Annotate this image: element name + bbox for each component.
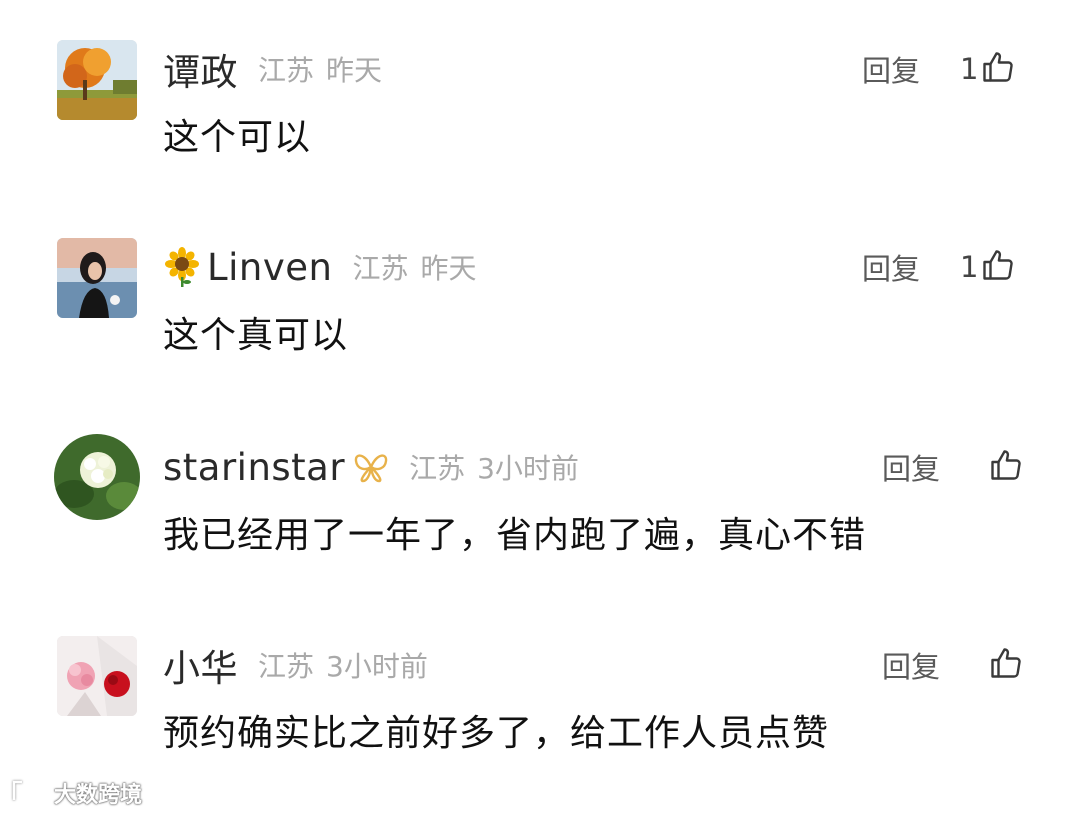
comment-text: 预约确实比之前好多了，给工作人员点赞 <box>163 713 830 754</box>
watermark-logo-icon <box>10 776 50 810</box>
location: 江苏 <box>352 252 409 285</box>
thumbs-up-icon <box>988 645 1024 685</box>
username[interactable]: 谭政 <box>163 42 238 96</box>
thumbs-up-icon <box>980 49 1016 89</box>
flower-bouquet-avatar-image <box>57 636 137 716</box>
comment-item: 小华 江苏 3小时前 回复 预约确实比之前好多了，给工作人员点赞 <box>0 596 1080 756</box>
comment-meta: 江苏 昨天 <box>258 49 382 89</box>
username[interactable]: 小华 <box>163 638 238 692</box>
comment-header: 谭政 江苏 昨天 <box>163 44 382 94</box>
username[interactable]: Linven <box>207 246 332 289</box>
location: 江苏 <box>409 452 466 485</box>
comment-header: starinstar 江苏 3小时前 <box>163 442 579 492</box>
reply-button[interactable]: 回复 <box>862 48 920 90</box>
timestamp: 3小时前 <box>477 452 579 485</box>
comment-header: Linven 江苏 昨天 <box>163 242 477 292</box>
timestamp: 昨天 <box>420 252 477 285</box>
like-button[interactable] <box>986 640 1024 690</box>
watermark-text: 大数跨境 <box>54 783 143 808</box>
like-count: 1 <box>960 52 979 86</box>
username[interactable]: starinstar <box>163 446 345 489</box>
avatar[interactable] <box>57 40 137 120</box>
thumbs-up-icon <box>980 247 1016 287</box>
autumn-tree-avatar-image <box>57 40 137 120</box>
watermark: 大数跨境 <box>10 776 142 810</box>
reply-button[interactable]: 回复 <box>882 644 940 686</box>
like-button[interactable]: 1 <box>960 44 1016 94</box>
comment-text: 这个可以 <box>163 117 312 158</box>
timestamp: 3小时前 <box>326 650 428 683</box>
comment-text: 这个真可以 <box>163 315 349 356</box>
comment-meta: 江苏 昨天 <box>352 247 476 287</box>
like-button[interactable] <box>986 442 1024 492</box>
comment-header: 小华 江苏 3小时前 <box>163 640 428 690</box>
location: 江苏 <box>258 54 315 87</box>
reply-button[interactable]: 回复 <box>882 446 940 488</box>
comment-text: 我已经用了一年了，省内跑了遍，真心不错 <box>163 515 867 556</box>
avatar[interactable] <box>57 238 137 318</box>
like-count: 1 <box>960 250 979 284</box>
comment-meta: 江苏 3小时前 <box>409 447 579 487</box>
butterfly-vip-icon <box>353 451 389 483</box>
comment-item: Linven 江苏 昨天 回复 1 这个真可以 <box>0 198 1080 358</box>
reply-button[interactable]: 回复 <box>862 246 920 288</box>
location: 江苏 <box>258 650 315 683</box>
comment-meta: 江苏 3小时前 <box>258 645 428 685</box>
comment-item: 谭政 江苏 昨天 回复 1 这个可以 <box>0 0 1080 160</box>
like-button[interactable]: 1 <box>960 242 1016 292</box>
avatar[interactable] <box>57 636 137 716</box>
woman-portrait-avatar-image <box>57 238 137 318</box>
white-hydrangea-avatar-image <box>54 434 140 520</box>
sunflower-icon <box>163 247 201 287</box>
avatar[interactable] <box>54 434 140 520</box>
thumbs-up-icon <box>988 447 1024 487</box>
timestamp: 昨天 <box>326 54 383 87</box>
comment-item: starinstar 江苏 3小时前 回复 我已经用了一年了，省内跑了遍，真心不错 <box>0 398 1080 558</box>
